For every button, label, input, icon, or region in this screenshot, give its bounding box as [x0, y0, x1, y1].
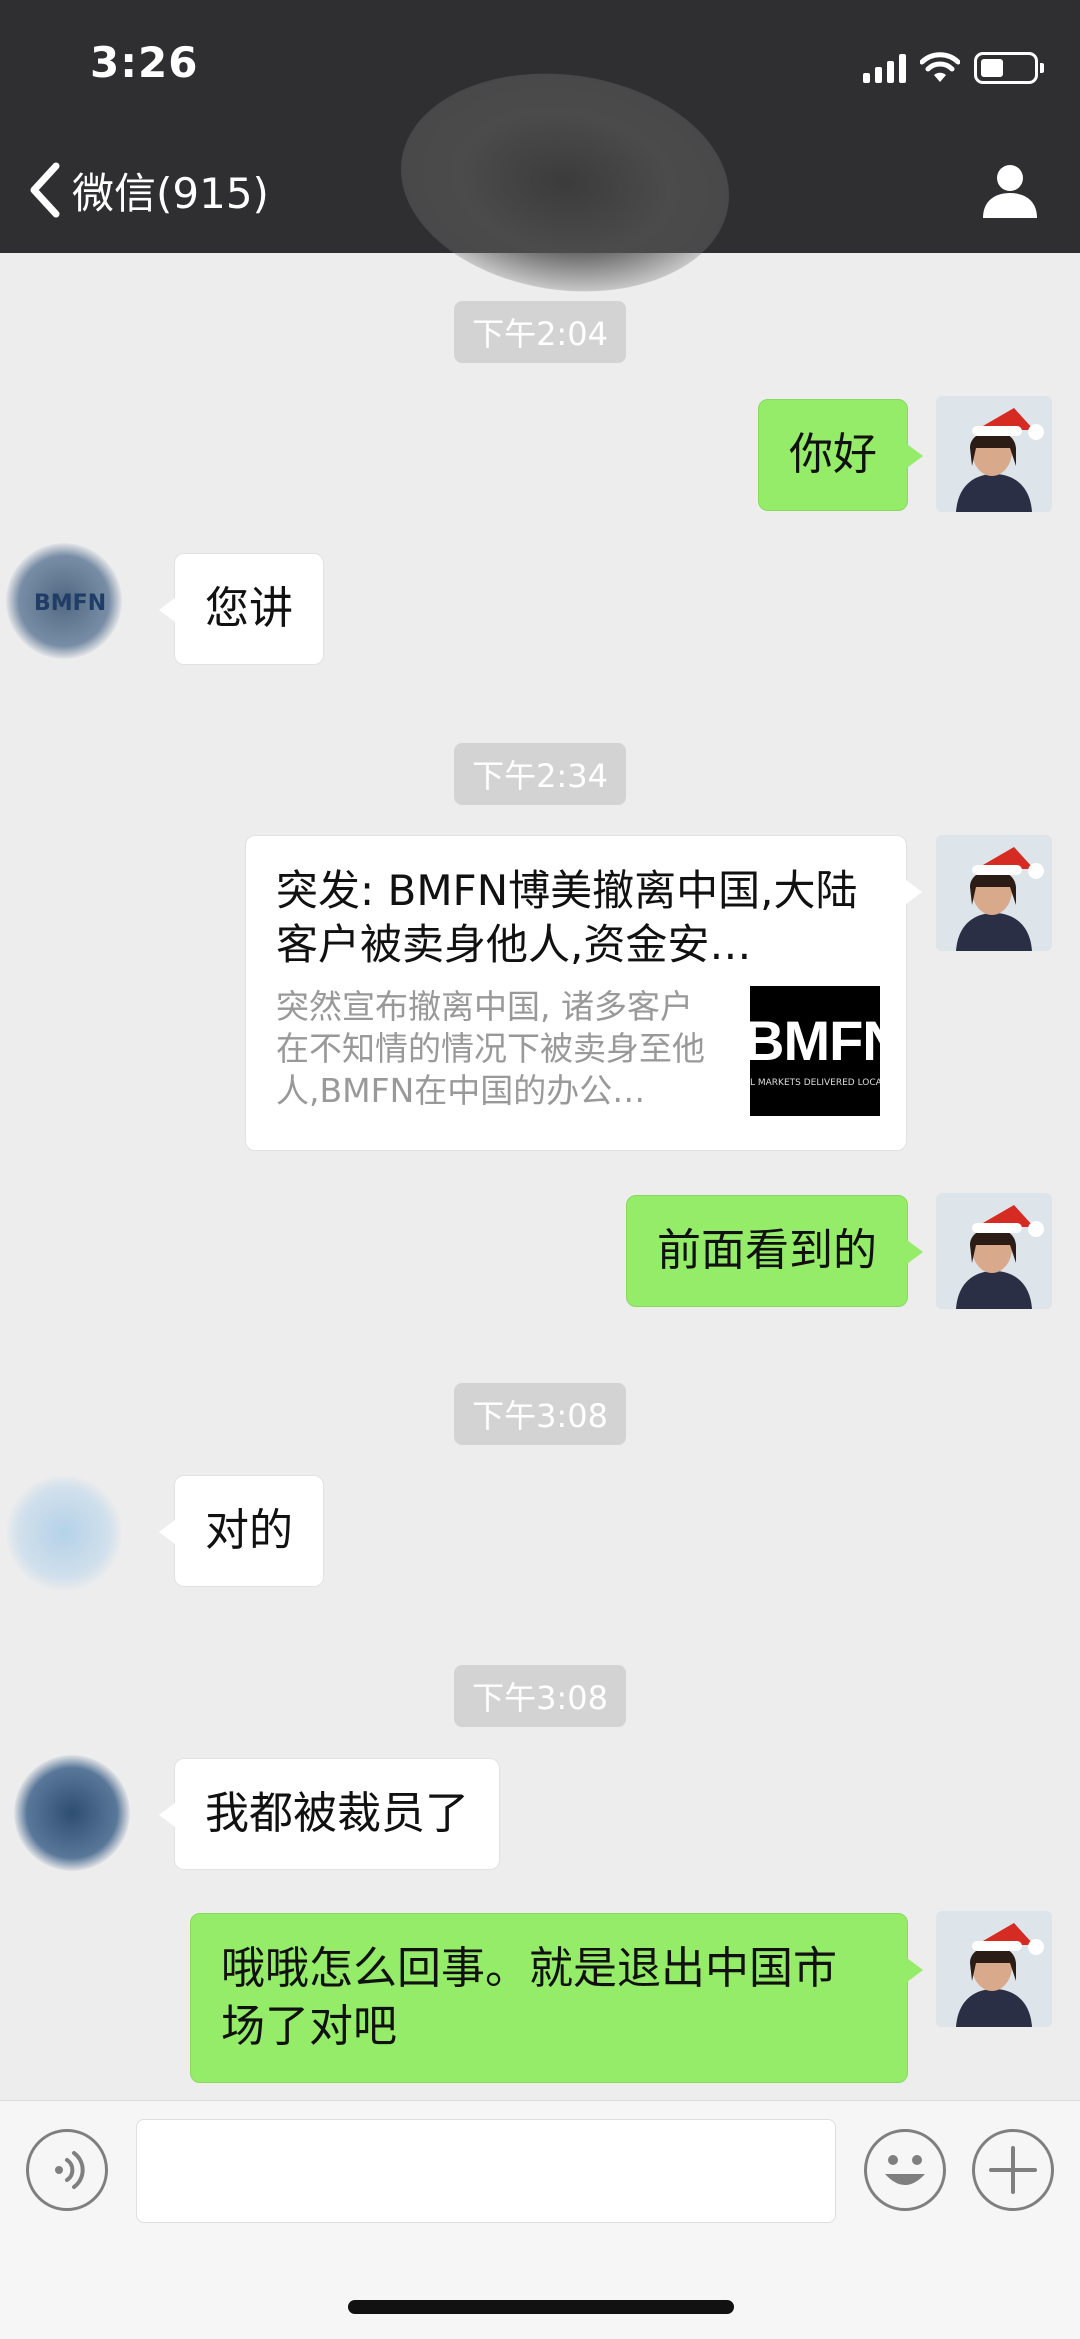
- status-time: 3:26: [90, 38, 199, 87]
- message-sent[interactable]: 哦哦怎么回事。就是退出中国市场了对吧: [190, 1913, 923, 2083]
- shared-link-card[interactable]: 突发: BMFN博美撤离中国,大陆客户被卖身他人,资金安… 突然宣布撤离中国, …: [245, 835, 922, 1151]
- avatar-photo-icon: [936, 1911, 1052, 2027]
- avatar-photo-icon: [936, 1193, 1052, 1309]
- my-avatar[interactable]: [936, 835, 1052, 951]
- back-chevron-icon: [30, 162, 60, 218]
- signal-icon: [863, 53, 906, 83]
- contact-avatar[interactable]: BMFN: [6, 543, 122, 659]
- wifi-icon: [920, 52, 960, 82]
- contact-avatar[interactable]: [14, 1755, 130, 1871]
- my-avatar[interactable]: [936, 396, 1052, 512]
- battery-icon: [974, 52, 1044, 84]
- voice-icon: [55, 2151, 85, 2189]
- contact-avatar[interactable]: [6, 1475, 122, 1591]
- message-input[interactable]: [136, 2119, 836, 2223]
- chat-screen: 3:26 微信(915) 下午2:04 你好 BMFN 您讲 下午2:34 突发…: [0, 0, 1080, 2339]
- emoji-icon: [885, 2155, 925, 2185]
- message-sent[interactable]: 你好: [758, 399, 923, 511]
- message-received[interactable]: 我都被裁员了: [159, 1758, 500, 1870]
- back-label: 微信(915): [72, 168, 269, 218]
- message-list[interactable]: 下午2:04 你好 BMFN 您讲 下午2:34 突发: BMFN博美撤离中国,…: [0, 253, 1080, 2100]
- avatar-photo-icon: [936, 396, 1052, 512]
- thumb-logo-text: BMFN: [750, 1009, 880, 1072]
- back-button[interactable]: 微信(915): [26, 155, 269, 225]
- my-avatar[interactable]: [936, 1911, 1052, 2027]
- timestamp: 下午3:08: [454, 1665, 626, 1727]
- avatar-logo-text: BMFN: [34, 591, 107, 616]
- link-thumbnail: BMFN L MARKETS DELIVERED LOCA: [750, 986, 880, 1116]
- timestamp: 下午2:34: [454, 743, 626, 805]
- more-button[interactable]: [972, 2129, 1054, 2211]
- plus-icon: [989, 2146, 1037, 2194]
- timestamp: 下午2:04: [454, 301, 626, 363]
- my-avatar[interactable]: [936, 1193, 1052, 1309]
- home-indicator[interactable]: [348, 2300, 734, 2314]
- voice-button[interactable]: [26, 2129, 108, 2211]
- status-icons: [863, 48, 1044, 88]
- avatar-photo-icon: [936, 835, 1052, 951]
- message-sent[interactable]: 前面看到的: [626, 1195, 923, 1307]
- header: 3:26 微信(915): [0, 0, 1080, 312]
- link-title: 突发: BMFN博美撤离中国,大陆客户被卖身他人,资金安…: [276, 866, 858, 969]
- chat-info-button[interactable]: [980, 160, 1040, 220]
- message-received[interactable]: 对的: [159, 1475, 324, 1587]
- message-received[interactable]: 您讲: [159, 553, 324, 665]
- thumb-subtext: L MARKETS DELIVERED LOCA: [750, 1078, 880, 1088]
- timestamp: 下午3:08: [454, 1383, 626, 1445]
- emoji-button[interactable]: [864, 2129, 946, 2211]
- person-icon: [983, 165, 1037, 218]
- link-description: 突然宣布撤离中国, 诸多客户在不知情的情况下被卖身至他人,BMFN在中国的办公…: [276, 987, 705, 1110]
